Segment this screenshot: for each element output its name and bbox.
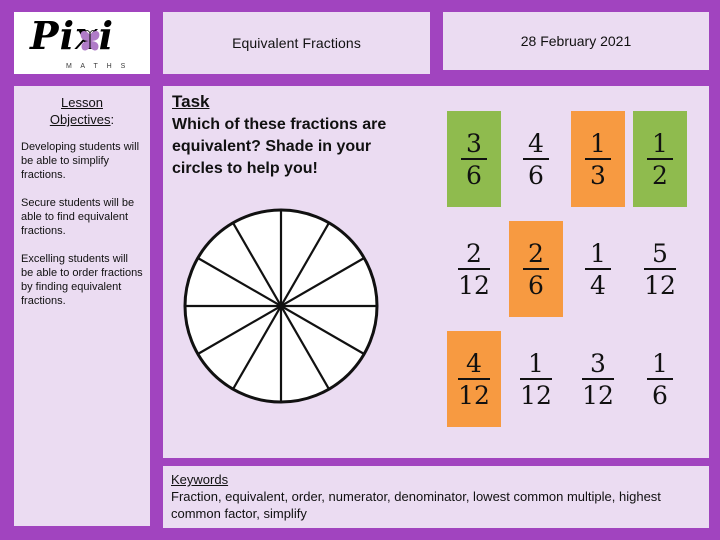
keywords-panel: Keywords Fraction, equivalent, order, nu… <box>163 466 709 528</box>
fraction: 1 12 <box>520 351 552 408</box>
logo: Pixi M A T H S <box>22 13 142 71</box>
fraction-denominator: 6 <box>466 160 482 190</box>
fraction-denominator: 6 <box>528 270 544 300</box>
logo-subtitle: M A T H S <box>66 63 129 70</box>
twelfth-segmented-circle <box>183 208 379 404</box>
fraction: 2 12 <box>458 241 490 298</box>
fraction: 46 <box>523 131 549 188</box>
fraction: 3 12 <box>582 351 614 408</box>
fraction: 5 12 <box>644 241 676 298</box>
fraction-numerator: 2 <box>528 238 544 268</box>
date-label: 28 February 2021 <box>520 33 632 49</box>
logo-panel: Pixi M A T H S <box>14 12 150 74</box>
fraction-numerator: 1 <box>590 128 606 158</box>
fraction-cell[interactable]: 26 <box>509 221 563 317</box>
fraction-denominator: 2 <box>652 160 668 190</box>
fraction-cell[interactable]: 5 12 <box>629 214 691 324</box>
slide-title-panel: Equivalent Fractions <box>163 12 430 74</box>
fraction-numerator: 4 <box>466 348 482 378</box>
objectives-heading-line2: Objectives <box>49 112 111 127</box>
fraction: 12 <box>647 131 673 188</box>
fraction-cell[interactable]: 2 12 <box>443 214 505 324</box>
slide-date-panel: 28 February 2021 <box>443 12 709 70</box>
fraction-denominator: 12 <box>644 270 676 300</box>
fraction-cell[interactable]: 14 <box>567 214 629 324</box>
keywords-heading: Keywords <box>171 472 229 487</box>
fraction-cell[interactable]: 12 <box>633 111 687 207</box>
slide-root: { "theme": { "border_purple": "#a144bf",… <box>0 0 720 540</box>
task-heading: Task <box>172 92 210 111</box>
lesson-objectives-panel: Lesson Objectives: Developing students w… <box>14 86 150 526</box>
fraction-numerator: 2 <box>466 238 482 268</box>
fraction-denominator: 12 <box>458 270 490 300</box>
fraction-denominator: 12 <box>520 380 552 410</box>
task-body: Which of these fractions are equivalent?… <box>172 116 387 177</box>
objectives-heading: Lesson Objectives: <box>21 94 143 128</box>
fraction-denominator: 6 <box>528 160 544 190</box>
keywords-body: Fraction, equivalent, order, numerator, … <box>171 489 661 521</box>
fraction-denominator: 12 <box>458 380 490 410</box>
fraction: 13 <box>585 131 611 188</box>
fraction-cell[interactable]: 36 <box>447 111 501 207</box>
fraction-denominator: 12 <box>582 380 614 410</box>
task-panel: Task Which of these fractions are equiva… <box>163 86 709 458</box>
fraction-numerator: 1 <box>528 348 544 378</box>
fraction-numerator: 5 <box>652 238 668 268</box>
fraction-grid: 3 6 4 6 1 3 1 2 2 12 2 6 1 4 5 12 4 12 1 12 3 12 1 6 <box>443 104 691 434</box>
fraction: 16 <box>647 351 673 408</box>
fraction: 4 12 <box>458 351 490 408</box>
fraction: 26 <box>523 241 549 298</box>
objectives-heading-colon: : <box>110 112 115 127</box>
fraction-denominator: 4 <box>590 270 606 300</box>
fraction-denominator: 3 <box>590 160 606 190</box>
fraction-cell[interactable]: 16 <box>629 324 691 434</box>
fraction-numerator: 3 <box>590 348 606 378</box>
fraction-numerator: 3 <box>466 128 482 158</box>
fraction-cell[interactable]: 4 12 <box>447 331 501 427</box>
fraction: 36 <box>461 131 487 188</box>
objective-item-excelling: Excelling students will be able to order… <box>21 253 143 307</box>
fraction-circle <box>181 206 381 406</box>
butterfly-icon <box>80 30 100 51</box>
objective-item-secure: Secure students will be able to find equ… <box>21 197 135 237</box>
fraction-numerator: 1 <box>652 128 668 158</box>
logo-wordmark: Pixi <box>30 13 115 58</box>
fraction-denominator: 6 <box>652 380 668 410</box>
fraction-cell[interactable]: 13 <box>571 111 625 207</box>
page-title: Equivalent Fractions <box>232 35 361 51</box>
objectives-heading-line1: Lesson <box>61 95 103 110</box>
objective-item-developing: Developing students will be able to simp… <box>21 141 140 181</box>
fraction: 14 <box>585 241 611 298</box>
fraction-numerator: 4 <box>528 128 544 158</box>
fraction-numerator: 1 <box>590 238 606 268</box>
fraction-cell[interactable]: 3 12 <box>567 324 629 434</box>
fraction-cell[interactable]: 46 <box>505 104 567 214</box>
fraction-cell[interactable]: 1 12 <box>505 324 567 434</box>
fraction-numerator: 1 <box>652 348 668 378</box>
